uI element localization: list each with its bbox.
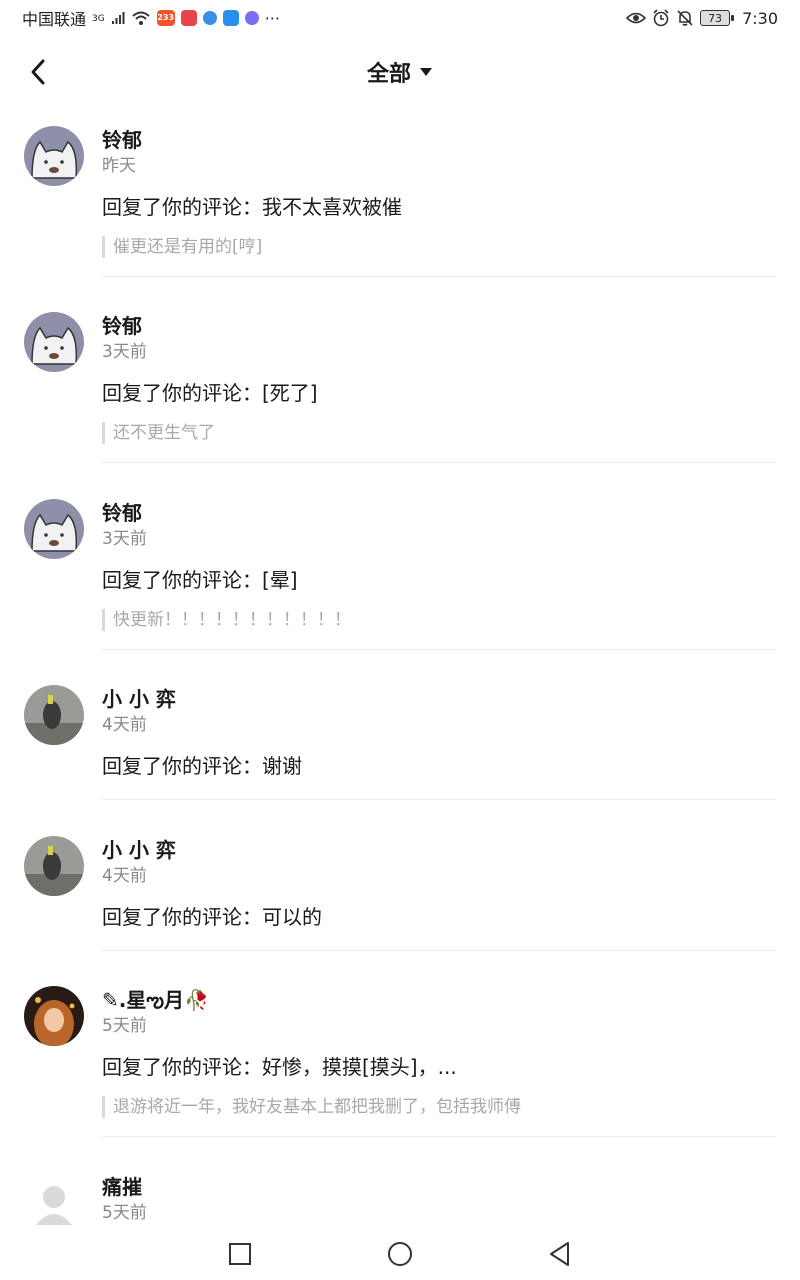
list-item[interactable]: 小 小 弈 4天前 回复了你的评论：可以的 bbox=[0, 800, 800, 951]
avatar[interactable] bbox=[24, 1173, 84, 1233]
avatar[interactable] bbox=[24, 126, 84, 186]
wifi-icon bbox=[132, 11, 150, 25]
timestamp: 4天前 bbox=[102, 866, 147, 886]
clock: 7:30 bbox=[742, 8, 778, 28]
top-bar: 全部 bbox=[0, 44, 800, 100]
carrier-label: 中国联通 bbox=[22, 10, 87, 29]
mute-bell-icon bbox=[677, 10, 693, 26]
user-name[interactable]: 小 小 弈 bbox=[102, 649, 776, 713]
cat-avatar-icon bbox=[24, 126, 84, 186]
filter-dropdown[interactable]: 全部 bbox=[367, 56, 433, 88]
battery-level: 73 bbox=[708, 11, 723, 25]
quoted-comment: 退游将近一年，我好友基本上都把我删了，包括我师傅 bbox=[102, 1096, 776, 1118]
circle-icon bbox=[388, 1242, 412, 1266]
more-notifications-icon: ··· bbox=[264, 8, 280, 28]
chevron-left-icon bbox=[31, 59, 45, 85]
app-233-icon: 233 bbox=[156, 10, 175, 26]
recents-button[interactable] bbox=[220, 1234, 260, 1274]
page-title: 全部 bbox=[366, 62, 411, 87]
alarm-icon bbox=[653, 9, 669, 27]
cloud-app-icon bbox=[222, 10, 239, 26]
avatar[interactable] bbox=[24, 986, 84, 1046]
user-name[interactable]: 痛摧 bbox=[102, 1137, 776, 1201]
notification-list: 铃郁 昨天 回复了你的评论：我不太喜欢被催 催更还是有用的[哼] 铃郁 3天前 … bbox=[0, 108, 800, 1237]
cat-avatar-icon bbox=[24, 499, 84, 559]
avatar[interactable] bbox=[24, 836, 84, 896]
timestamp: 5天前 bbox=[102, 1203, 147, 1223]
system-nav-bar bbox=[0, 1228, 800, 1280]
back-nav-button[interactable] bbox=[540, 1234, 580, 1274]
reply-text[interactable]: 回复了你的评论：好惨，摸摸[摸头]，... bbox=[102, 1042, 776, 1088]
user-name[interactable]: 铃郁 bbox=[102, 108, 776, 154]
status-right: 73 7:30 bbox=[626, 9, 778, 28]
network-type: 3G bbox=[92, 14, 105, 24]
reply-text[interactable]: 回复了你的评论：谢谢 bbox=[102, 741, 776, 787]
photo-avatar-icon bbox=[24, 836, 84, 896]
list-item[interactable]: 痛摧 5天前 bbox=[0, 1137, 800, 1237]
timestamp: 3天前 bbox=[102, 342, 147, 362]
reply-text[interactable]: 回复了你的评论：我不太喜欢被催 bbox=[102, 182, 776, 228]
list-item[interactable]: 铃郁 3天前 回复了你的评论：[死了] 还不更生气了 bbox=[0, 276, 800, 463]
quoted-comment: 还不更生气了 bbox=[102, 422, 776, 444]
reply-text[interactable]: 回复了你的评论：[死了] bbox=[102, 368, 776, 414]
user-name[interactable]: 铃郁 bbox=[102, 276, 776, 340]
home-button[interactable] bbox=[380, 1234, 420, 1274]
list-item[interactable]: ✎.星ఌ月🥀 5天前 回复了你的评论：好惨，摸摸[摸头]，... 退游将近一年，… bbox=[0, 950, 800, 1137]
anime-avatar-icon bbox=[24, 986, 84, 1046]
avatar[interactable] bbox=[24, 499, 84, 559]
quoted-comment: 快更新！！！！！！！！！！！ bbox=[102, 609, 776, 631]
list-item[interactable]: 铃郁 昨天 回复了你的评论：我不太喜欢被催 催更还是有用的[哼] bbox=[0, 108, 800, 277]
quoted-comment: 催更还是有用的[哼] bbox=[102, 236, 776, 258]
back-button[interactable] bbox=[18, 52, 58, 92]
cat-avatar-icon bbox=[24, 312, 84, 372]
avatar[interactable] bbox=[24, 312, 84, 372]
signal-icon bbox=[111, 12, 125, 24]
music-app-icon bbox=[244, 11, 259, 25]
reply-text[interactable]: 回复了你的评论：[晕] bbox=[102, 555, 776, 601]
avatar[interactable] bbox=[24, 685, 84, 745]
square-icon bbox=[229, 1243, 251, 1265]
triangle-back-icon bbox=[550, 1242, 569, 1266]
list-item[interactable]: 小 小 弈 4天前 回复了你的评论：谢谢 bbox=[0, 649, 800, 800]
user-name[interactable]: 铃郁 bbox=[102, 463, 776, 527]
battery-icon: 73 bbox=[700, 10, 735, 26]
timestamp: 5天前 bbox=[102, 1016, 147, 1036]
timestamp: 昨天 bbox=[102, 156, 136, 176]
timestamp: 3天前 bbox=[102, 529, 147, 549]
user-name[interactable]: 小 小 弈 bbox=[102, 800, 776, 864]
reply-text[interactable]: 回复了你的评论：可以的 bbox=[102, 892, 776, 938]
photo-avatar-icon bbox=[24, 685, 84, 745]
user-name[interactable]: ✎.星ఌ月🥀 bbox=[102, 950, 776, 1014]
default-avatar-icon bbox=[24, 1173, 84, 1233]
app-red-icon bbox=[180, 10, 197, 26]
notifications-screen: 中国联通 3G 233 ··· 73 7:30 全部 铃郁 昨天 回复了你的评论… bbox=[0, 0, 800, 1280]
eye-icon bbox=[626, 12, 647, 24]
list-item[interactable]: 铃郁 3天前 回复了你的评论：[晕] 快更新！！！！！！！！！！！ bbox=[0, 463, 800, 650]
timestamp: 4天前 bbox=[102, 715, 147, 735]
app-blue-globe-icon bbox=[202, 11, 217, 25]
status-bar: 中国联通 3G 233 ··· 73 7:30 bbox=[0, 0, 800, 36]
caret-down-icon bbox=[420, 68, 432, 76]
status-left: 中国联通 3G 233 ··· bbox=[22, 6, 280, 30]
